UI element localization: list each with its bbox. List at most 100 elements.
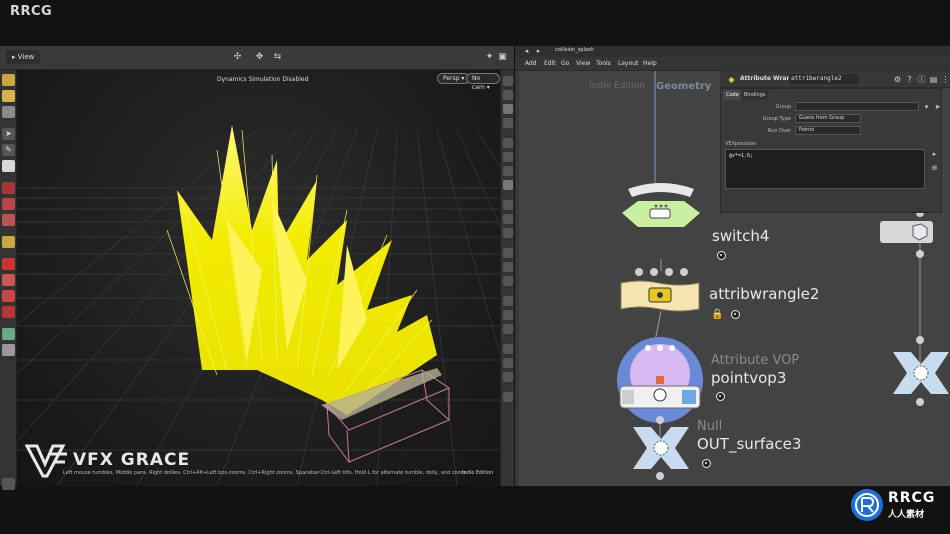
background-icon[interactable] [503,358,513,368]
brush-tool-icon[interactable]: ✎ [2,144,15,156]
null-display-flag[interactable] [702,459,711,468]
render-icon[interactable] [503,276,513,286]
shading-icon[interactable] [503,90,513,100]
run-over-select[interactable]: Points [795,126,861,135]
attribwrangle-node[interactable] [619,279,701,313]
wireframe-icon[interactable] [503,104,513,114]
menu-go[interactable]: Go [561,60,569,67]
camera-tool-icon[interactable] [2,344,15,356]
group-type-select[interactable]: Guess from Group [795,114,861,123]
display-icon[interactable] [503,76,513,86]
info-icon[interactable]: ⓘ [916,74,927,85]
menu-tools[interactable]: Tools [596,60,611,67]
camera-menu-button[interactable]: No cam ▾ [466,73,500,91]
scene-viewer-pane: ▸ View ✣ ✥ ⇆ ✦ ▣ ➤ ✎ Dynamics Simulation… [0,46,514,490]
back-icon[interactable]: ◂ [521,46,532,57]
vop-display-flag[interactable] [716,392,725,401]
null-node-label[interactable]: OUT_surface3 [697,435,801,453]
point-numbers-icon[interactable] [503,228,513,238]
menu-layout[interactable]: Layout [618,60,638,67]
wrangle-input-port-4[interactable] [680,268,688,276]
rotate-tool-icon[interactable] [2,198,15,210]
menu-add[interactable]: Add [525,60,537,67]
bookmark-icon[interactable]: ▤ [928,74,939,85]
vexpression-editor[interactable]: @v*=1.6; [725,149,925,189]
move-tool-icon[interactable] [2,106,15,118]
top-letterbox: RRCG [0,0,950,46]
tab-code[interactable]: Code [723,90,742,100]
lights-icon[interactable] [503,152,513,162]
home-view-icon[interactable] [503,296,513,306]
wrangle-display-flag[interactable] [731,310,740,319]
record-tool-icon[interactable] [2,182,15,194]
flipbook-icon[interactable] [503,262,513,272]
prim-numbers-icon[interactable] [503,214,513,224]
right-null-input-port[interactable] [916,336,924,344]
scale-tool-icon[interactable] [2,214,15,226]
pivot-tool-icon[interactable] [2,236,15,248]
point-snap-icon[interactable] [2,306,15,318]
display-options-icon[interactable] [2,328,15,340]
switch-display-flag[interactable] [717,251,726,260]
group-field[interactable] [795,102,919,111]
safe-area-icon[interactable] [503,392,513,402]
lock-view-icon[interactable]: ▣ [497,52,508,63]
grid-snap-icon[interactable] [2,290,15,302]
handle-icon[interactable]: ⇆ [272,52,283,63]
right-partial-null-node[interactable] [891,350,950,396]
wrangle-input-port-1[interactable] [635,268,643,276]
wrangle-node-label[interactable]: attribwrangle2 [709,285,819,303]
ghost-icon[interactable] [503,118,513,128]
vex-expand-icon[interactable]: ⊕ [929,163,940,174]
right-node-output-port[interactable] [916,250,924,258]
magnet-tool-icon[interactable] [2,274,15,286]
help-icon[interactable]: ? [904,74,915,85]
frame-icon[interactable] [503,310,513,320]
menu-edit[interactable]: Edit [544,60,556,67]
right-null-output-port[interactable] [916,398,924,406]
viewport-canvas[interactable]: Dynamics Simulation Disabled Persp ▾ No … [17,70,500,486]
normals-icon[interactable] [503,200,513,210]
rrcg-corner-text: RRCG [888,490,936,506]
menu-view[interactable]: View [576,60,590,67]
visualizer-icon[interactable] [503,166,513,176]
snap-tool-icon[interactable] [2,258,15,270]
gear-icon[interactable]: ⚙ [892,74,903,85]
arrow-tool-icon[interactable]: ➤ [2,128,15,140]
forward-icon[interactable]: ▸ [533,46,544,57]
pin-icon[interactable]: ✦ [484,52,495,63]
transform-icon[interactable]: ✥ [254,52,265,63]
tab-bindings[interactable]: Bindings [741,90,769,100]
select-arrow-icon[interactable]: ➤ [932,102,943,113]
more-icon[interactable]: ⋮ [940,74,950,85]
network-canvas[interactable]: Indie Edition Geometry switch4 attribwra… [515,71,950,486]
grid-icon[interactable] [503,344,513,354]
vop-node-label[interactable]: pointvop3 [711,369,786,387]
vex-menu-icon[interactable]: ▸ [929,149,940,160]
tab-view[interactable]: ▸ View [6,50,41,64]
parameter-panel: ◆ Attribute Wrangle attribwrangle2 ⚙ ? ⓘ… [720,71,950,241]
menu-help[interactable]: Help [643,60,657,67]
group-dropdown-icon[interactable]: ▾ [921,102,932,113]
pose-tool-icon[interactable] [2,90,15,102]
switch-node[interactable] [616,183,706,241]
guides-icon[interactable] [503,372,513,382]
network-path[interactable]: collision_splash [555,47,594,53]
select-tool-icon[interactable] [2,74,15,86]
handle-tool-icon[interactable] [2,160,15,172]
lock-icon[interactable]: 🔒 [711,309,723,320]
null-output-port[interactable] [656,472,664,480]
null-input-port[interactable] [656,416,664,424]
zoom-icon[interactable] [503,324,513,334]
wrangle-input-port-2[interactable] [650,268,658,276]
parameter-node-name[interactable]: attribwrangle2 [789,74,859,84]
snapshot-icon[interactable] [503,248,513,258]
camera-icon[interactable] [503,138,513,148]
null-node[interactable] [631,425,691,471]
rrcg-emblem-icon [851,489,883,521]
select-icon[interactable]: ✣ [232,52,243,63]
points-icon[interactable] [503,180,513,190]
pointvop-node[interactable] [614,334,706,426]
wrangle-input-port-3[interactable] [665,268,673,276]
switch-node-bypass-cap [628,183,694,197]
